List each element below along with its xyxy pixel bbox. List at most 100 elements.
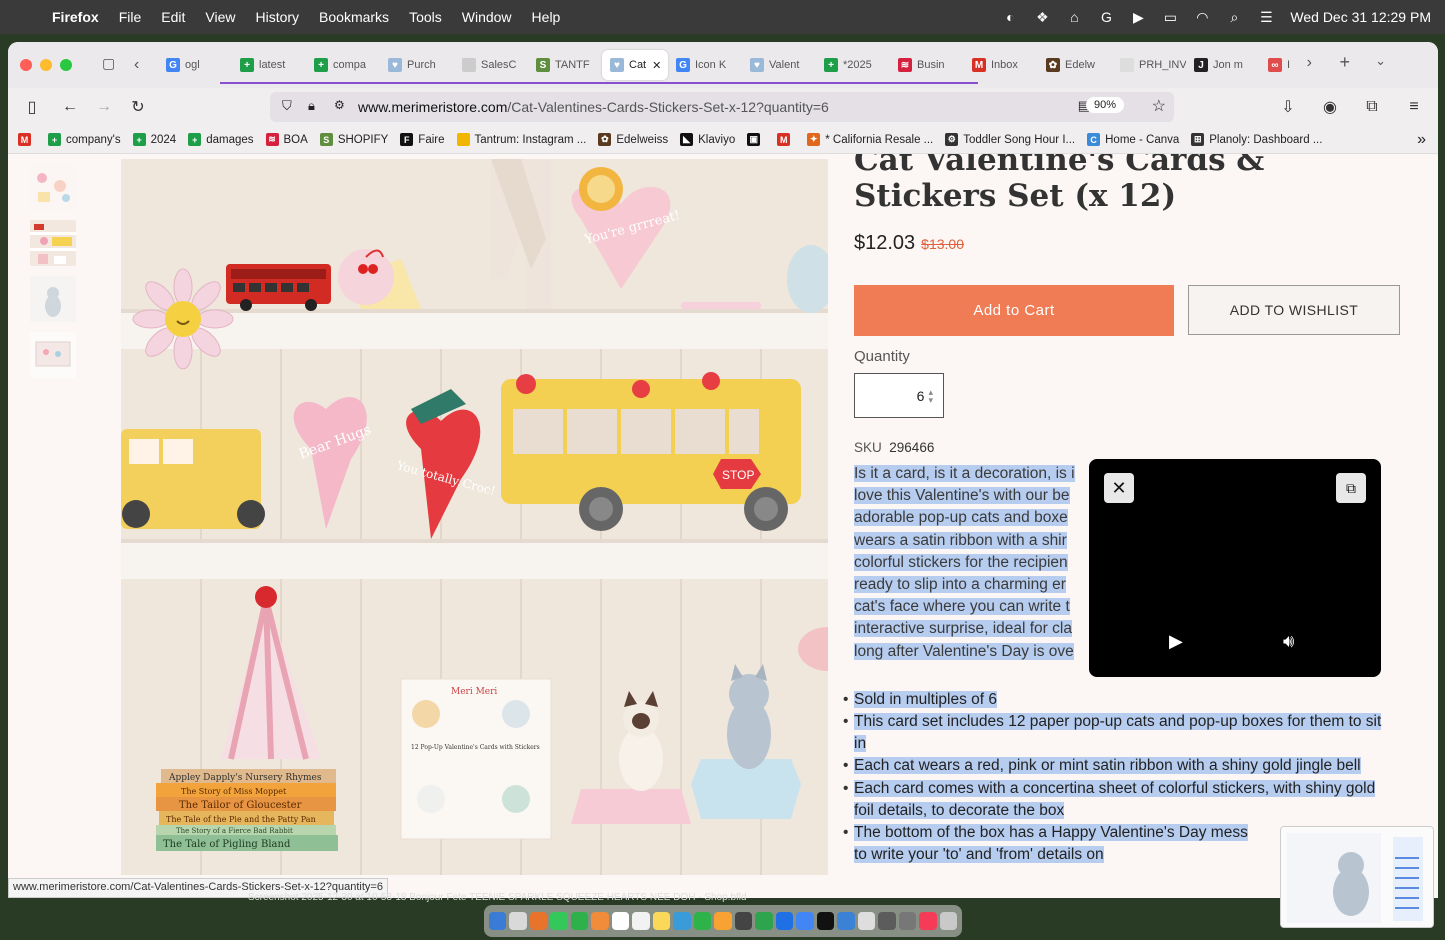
menu-history[interactable]: History: [255, 9, 299, 25]
return-to-tab-icon[interactable]: ⧉: [1336, 473, 1366, 503]
menu-bookmarks[interactable]: Bookmarks: [319, 9, 389, 25]
screenshot-preview-thumbnail[interactable]: [1280, 826, 1434, 928]
tab-1[interactable]: + latest: [232, 50, 306, 80]
menu-hamburger-icon[interactable]: ≡: [1400, 93, 1428, 121]
product-thumbnail-4[interactable]: [30, 332, 76, 378]
forward-icon[interactable]: →: [90, 93, 118, 121]
skype-icon[interactable]: ◐: [1002, 9, 1018, 25]
menu-app-firefox[interactable]: Firefox: [52, 9, 99, 25]
quantity-stepper[interactable]: 6 ▴ ▾: [854, 373, 944, 418]
preview-icon[interactable]: [857, 912, 876, 930]
system-settings-icon[interactable]: [734, 912, 753, 930]
downloads-icon[interactable]: ⇩: [1274, 93, 1302, 121]
tab-13[interactable]: PRH_INV_: [1112, 50, 1186, 80]
menu-help[interactable]: Help: [532, 9, 561, 25]
reminders-icon[interactable]: [632, 912, 650, 930]
tab-4[interactable]: SalesC: [454, 50, 528, 80]
app-store-icon[interactable]: [775, 912, 794, 930]
messages-icon[interactable]: [550, 912, 568, 930]
tab-10[interactable]: ≋ Busin: [890, 50, 964, 80]
launchpad-icon[interactable]: [509, 912, 527, 930]
quantity-value[interactable]: 6: [917, 388, 925, 404]
bookmark-item-4[interactable]: ≋ BOA: [265, 133, 308, 146]
reload-icon[interactable]: ↻: [124, 93, 152, 121]
tracking-shield-icon[interactable]: ⛉: [282, 98, 292, 114]
bookmark-item-14[interactable]: C Home - Canva: [1087, 133, 1179, 146]
capcut-icon[interactable]: [816, 912, 835, 930]
numbers-icon[interactable]: [693, 912, 712, 930]
menu-tools[interactable]: Tools: [409, 9, 442, 25]
menubar-clock[interactable]: Wed Dec 31 12:29 PM: [1290, 9, 1431, 25]
bookmark-item-8[interactable]: ✿ Edelweiss: [598, 133, 668, 146]
product-hero-image[interactable]: You're grrreat! Bear Hugs You totally Cr…: [121, 159, 828, 875]
bookmark-item-1[interactable]: + company's: [48, 133, 121, 146]
bookmark-item-6[interactable]: F Faire: [400, 133, 445, 146]
menu-file[interactable]: File: [119, 9, 142, 25]
tab-6[interactable]: ♥ Cat ✕: [602, 50, 668, 80]
back-icon[interactable]: ←: [56, 93, 84, 121]
bookmark-item-10[interactable]: ▣: [747, 133, 765, 146]
scroll-tabs-right-icon[interactable]: ›: [1307, 54, 1312, 72]
tab-7[interactable]: G Icon K: [668, 50, 742, 80]
menu-view[interactable]: View: [205, 9, 235, 25]
tab-14[interactable]: J Jon m: [1186, 50, 1260, 80]
tab-0[interactable]: Gogl: [158, 50, 232, 80]
grammarly-app-icon[interactable]: [755, 912, 773, 930]
extensions-icon[interactable]: ⧉: [1358, 93, 1386, 121]
bookmark-item-2[interactable]: +2024: [132, 133, 176, 146]
close-window-button[interactable]: [20, 59, 32, 71]
product-thumbnail-2[interactable]: [30, 220, 76, 266]
tab-12[interactable]: ✿ Edelw: [1038, 50, 1112, 80]
tab-11[interactable]: M Inbox: [964, 50, 1038, 80]
volume-icon[interactable]: 🔊︎: [1283, 631, 1294, 652]
music-icon[interactable]: [919, 912, 937, 930]
lock-icon[interactable]: 🔒︎: [308, 98, 315, 114]
account-icon[interactable]: ◉: [1316, 93, 1344, 121]
tab-9[interactable]: + *2025: [816, 50, 890, 80]
photos-icon[interactable]: [591, 912, 609, 930]
address-bar[interactable]: ⛉ 🔒︎ ⚙ www.merimeristore.com/Cat-Valenti…: [270, 92, 1174, 122]
firefox-icon[interactable]: [529, 912, 548, 930]
tab-3[interactable]: ♥ Purch: [380, 50, 454, 80]
chrome-icon[interactable]: [796, 912, 814, 930]
scroll-tabs-left-icon[interactable]: ‹: [134, 56, 139, 74]
minimize-window-button[interactable]: [40, 59, 52, 71]
tab-15[interactable]: ∞ I: [1260, 50, 1334, 80]
zoom-level-badge[interactable]: 90%: [1085, 97, 1124, 113]
add-to-wishlist-button[interactable]: ADD TO WISHLIST: [1188, 285, 1400, 335]
bookmark-item-9[interactable]: ◣ Klaviyo: [680, 133, 735, 146]
bookmark-item-3[interactable]: + damages: [188, 133, 254, 146]
keynote-icon[interactable]: [673, 912, 691, 930]
facetime-icon[interactable]: [570, 912, 589, 930]
bookmark-item-0[interactable]: M: [18, 133, 36, 146]
spotlight-search-icon[interactable]: ⌕: [1226, 9, 1242, 25]
bookmark-item-15[interactable]: ⊞ Planoly: Dashboard ...: [1191, 133, 1322, 146]
add-to-cart-button[interactable]: Add to Cart: [854, 285, 1174, 336]
pages-icon[interactable]: [714, 912, 732, 930]
sidebar-toggle-icon[interactable]: ▯: [18, 93, 46, 121]
stepper-arrows-icon[interactable]: ▴ ▾: [928, 387, 933, 404]
play-icon[interactable]: ▶: [1169, 631, 1183, 652]
grammarly-icon[interactable]: G: [1098, 9, 1114, 25]
picture-in-picture-player[interactable]: ✕ ⧉ ▶ 🔊︎: [1089, 459, 1381, 677]
menu-edit[interactable]: Edit: [161, 9, 185, 25]
close-tab-icon[interactable]: ✕: [652, 59, 661, 72]
new-tab-icon[interactable]: +: [1339, 52, 1350, 73]
printer-icon[interactable]: [898, 912, 917, 930]
finder-icon[interactable]: [489, 912, 507, 930]
url-text[interactable]: www.merimeristore.com/Cat-Valentines-Car…: [358, 99, 829, 115]
notes-icon[interactable]: [652, 912, 671, 930]
tab-overview-icon[interactable]: ▢: [102, 55, 122, 75]
airdrop-icon[interactable]: ⌂: [1066, 9, 1082, 25]
calendar-icon[interactable]: [611, 912, 630, 930]
product-thumbnail-1[interactable]: [30, 164, 76, 210]
menu-window[interactable]: Window: [462, 9, 512, 25]
trash-icon[interactable]: [939, 912, 958, 930]
control-center-icon[interactable]: ☰: [1258, 9, 1274, 25]
wifi-icon[interactable]: ◠: [1194, 9, 1210, 25]
word-icon[interactable]: [837, 912, 855, 930]
tab-5[interactable]: S TANTF: [528, 50, 602, 80]
dropbox-icon[interactable]: ❖: [1034, 9, 1050, 25]
play-circle-icon[interactable]: ▶: [1130, 9, 1146, 25]
more-bookmarks-icon[interactable]: »: [1417, 131, 1426, 149]
